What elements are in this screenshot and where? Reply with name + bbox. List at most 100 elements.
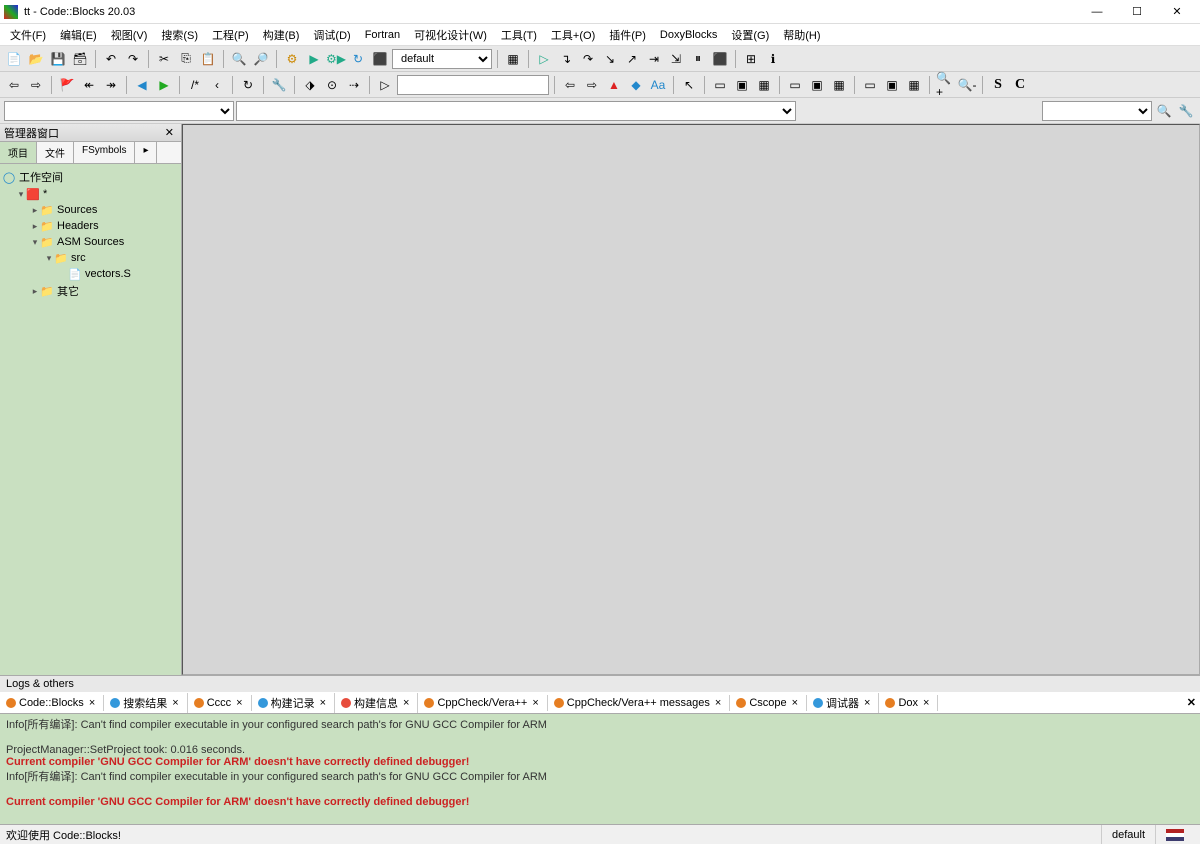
break-debug-icon[interactable]: ⏸	[688, 49, 708, 69]
toolbar-input[interactable]	[397, 75, 549, 95]
s-icon[interactable]: S	[988, 75, 1008, 95]
menu-item-9[interactable]: 工具(T)	[495, 25, 543, 45]
bottom-tab[interactable]: CppCheck/Vera++×	[418, 695, 547, 711]
menu-item-11[interactable]: 插件(P)	[603, 25, 652, 45]
dot-icon[interactable]: ⊙	[322, 75, 342, 95]
find-icon[interactable]: 🔍	[229, 49, 249, 69]
redo-icon[interactable]: ↷	[123, 49, 143, 69]
editor-area[interactable]	[182, 124, 1200, 675]
select-icon[interactable]: ↖	[679, 75, 699, 95]
tree-node[interactable]: ▾📁src	[2, 250, 179, 266]
bookmark-next-icon[interactable]: ↠	[101, 75, 121, 95]
sidebar-tab-fsymbols[interactable]: FSymbols	[74, 142, 135, 163]
cut-icon[interactable]: ✂	[154, 49, 174, 69]
menu-item-12[interactable]: DoxyBlocks	[654, 27, 723, 43]
save-all-icon[interactable]: 🗃	[70, 49, 90, 69]
replace-icon[interactable]: 🔎	[251, 49, 271, 69]
diff-next-icon[interactable]: ⇨	[582, 75, 602, 95]
step-out-icon[interactable]: ↗	[622, 49, 642, 69]
next-line-icon[interactable]: ↷	[578, 49, 598, 69]
bottom-tab[interactable]: Cccc×	[188, 695, 252, 711]
save-icon[interactable]: 💾	[48, 49, 68, 69]
tab-close-icon[interactable]: ×	[234, 697, 244, 709]
open-file-icon[interactable]: 📂	[26, 49, 46, 69]
tab-close-icon[interactable]: ×	[401, 697, 411, 709]
debug-windows-icon[interactable]: ⊞	[741, 49, 761, 69]
rect9-icon[interactable]: ▦	[904, 75, 924, 95]
bottom-tab[interactable]: Dox×	[879, 695, 938, 711]
menu-item-10[interactable]: 工具+(O)	[545, 25, 601, 45]
close-button[interactable]: ✕	[1158, 2, 1196, 22]
build-target-select[interactable]: default	[392, 49, 492, 69]
insert-icon[interactable]: ⬗	[300, 75, 320, 95]
menu-item-13[interactable]: 设置(G)	[725, 25, 775, 45]
zoom-in-icon[interactable]: 🔍+	[935, 75, 955, 95]
menu-item-4[interactable]: 工程(P)	[206, 25, 255, 45]
right-dropdown[interactable]	[1042, 101, 1152, 121]
search-icon[interactable]: 🔍	[1154, 101, 1174, 121]
rect2-icon[interactable]: ▣	[732, 75, 752, 95]
options-icon[interactable]: 🔧	[1176, 101, 1196, 121]
menu-item-6[interactable]: 调试(D)	[307, 25, 356, 45]
bottom-tab[interactable]: 调试器×	[807, 693, 879, 713]
menu-item-14[interactable]: 帮助(H)	[777, 25, 826, 45]
bottom-tab[interactable]: 构建信息×	[335, 693, 418, 713]
rect1-icon[interactable]: ▭	[710, 75, 730, 95]
bottom-tab[interactable]: CppCheck/Vera++ messages×	[548, 695, 731, 711]
rect3-icon[interactable]: ▦	[754, 75, 774, 95]
minimize-button[interactable]: —	[1078, 2, 1116, 22]
tab-close-icon[interactable]: ×	[713, 697, 723, 709]
tree-node[interactable]: ▸📁Sources	[2, 202, 179, 218]
tree-project[interactable]: ▾ 🟥 *	[2, 186, 179, 202]
menu-item-1[interactable]: 编辑(E)	[54, 25, 103, 45]
forward-icon[interactable]: ⇨	[26, 75, 46, 95]
aa-icon[interactable]: Aa	[648, 75, 668, 95]
rect6-icon[interactable]: ▦	[829, 75, 849, 95]
zoom-out-icon[interactable]: 🔍-	[957, 75, 977, 95]
debug-continue-icon[interactable]: ▷	[534, 49, 554, 69]
new-file-icon[interactable]: 📄	[4, 49, 24, 69]
wrench-icon[interactable]: 🔧	[269, 75, 289, 95]
tab-close-icon[interactable]: ×	[318, 697, 328, 709]
run-icon[interactable]: ▶	[304, 49, 324, 69]
back-icon[interactable]: ⇦	[4, 75, 24, 95]
chevron-left-icon[interactable]: ‹	[207, 75, 227, 95]
next-instr-icon[interactable]: ⇥	[644, 49, 664, 69]
menu-item-2[interactable]: 视图(V)	[105, 25, 154, 45]
expander-icon[interactable]: ▾	[44, 253, 54, 264]
expander-icon[interactable]: ▾	[16, 189, 26, 200]
sidebar-close-icon[interactable]: ✕	[162, 126, 177, 139]
scope-select-2[interactable]	[236, 101, 796, 121]
jump-icon[interactable]: ⇢	[344, 75, 364, 95]
tree-node[interactable]: ▸📁Headers	[2, 218, 179, 234]
maximize-button[interactable]: ☐	[1118, 2, 1156, 22]
bookmark-toggle-icon[interactable]: 🚩	[57, 75, 77, 95]
show-logs-icon[interactable]: ▦	[503, 49, 523, 69]
build-icon[interactable]: ⚙	[282, 49, 302, 69]
sidebar-tab-projects[interactable]: 项目	[0, 142, 37, 163]
expander-icon[interactable]: ▸	[30, 205, 40, 216]
undo-icon[interactable]: ↶	[101, 49, 121, 69]
tree-workspace[interactable]: ◯ 工作空间	[2, 168, 179, 186]
highlight-icon[interactable]: ▲	[604, 75, 624, 95]
scope-select-1[interactable]	[4, 101, 234, 121]
stop-debug-icon[interactable]: ⬛	[710, 49, 730, 69]
rect8-icon[interactable]: ▣	[882, 75, 902, 95]
tab-close-icon[interactable]: ×	[921, 697, 931, 709]
expander-icon[interactable]: ▸	[30, 221, 40, 232]
nav-fwd-icon[interactable]: ▶	[154, 75, 174, 95]
play-outline-icon[interactable]: ▷	[375, 75, 395, 95]
menu-item-8[interactable]: 可视化设计(W)	[408, 25, 493, 45]
sidebar-tab-files[interactable]: 文件	[37, 142, 74, 163]
step-into-icon[interactable]: ↘	[600, 49, 620, 69]
log-area[interactable]: Info[所有编译]: Can't find compiler executab…	[0, 714, 1200, 824]
sidebar-tab-more-icon[interactable]: ▸	[135, 142, 157, 163]
bookmark-prev-icon[interactable]: ↞	[79, 75, 99, 95]
tree-node[interactable]: ▸📁其它	[2, 282, 179, 300]
expander-icon[interactable]: ▾	[30, 237, 40, 248]
menu-item-3[interactable]: 搜索(S)	[155, 25, 204, 45]
menu-item-0[interactable]: 文件(F)	[4, 25, 52, 45]
rect7-icon[interactable]: ▭	[860, 75, 880, 95]
tab-close-icon[interactable]: ×	[530, 697, 540, 709]
comment-icon[interactable]: /*	[185, 75, 205, 95]
